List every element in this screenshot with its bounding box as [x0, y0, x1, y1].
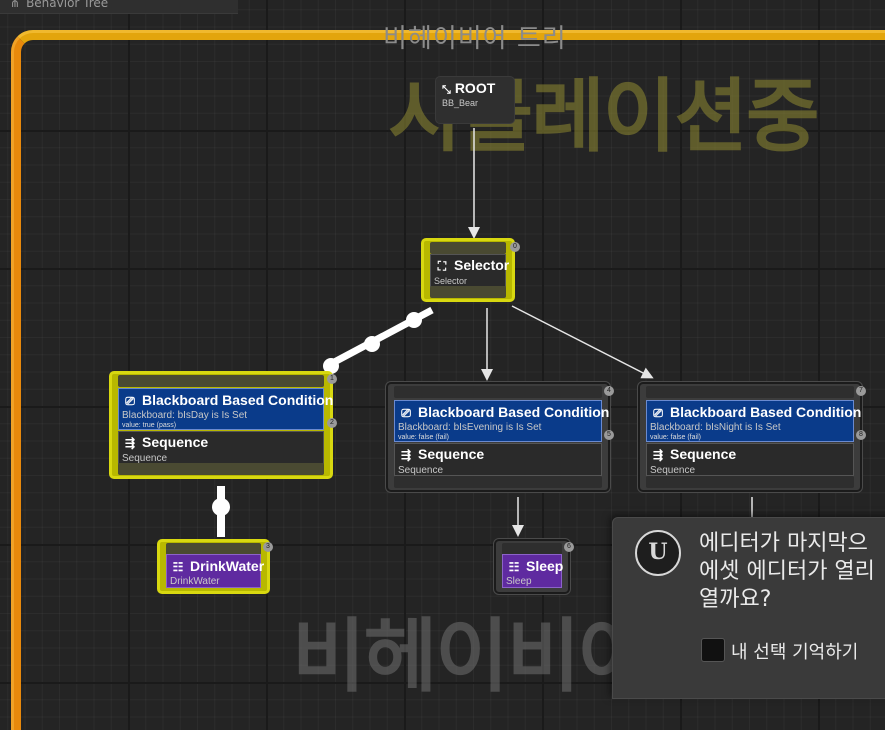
- wire-pulse-4: [212, 498, 230, 516]
- evening-decorator-index-badge: 5: [604, 430, 614, 440]
- root-title: ROOT: [454, 80, 496, 96]
- drinkwater-task-node[interactable]: ☷ DrinkWater DrinkWater 3: [157, 539, 273, 594]
- day-decorator-title: Blackboard Based Condition: [142, 392, 334, 408]
- sleep-task-node[interactable]: ☷ Sleep Sleep 6: [494, 539, 574, 594]
- night-sequence-node[interactable]: ⎚ Blackboard Based Condition Blackboard: …: [638, 382, 866, 492]
- day-decorator-desc: Blackboard: bIsDay is Is Set: [122, 410, 248, 421]
- selector-index-badge: 0: [510, 242, 520, 252]
- selector-title: Selector: [454, 257, 510, 273]
- notification-line-2: 에셋 에디터가 열리: [699, 559, 875, 584]
- night-decorator-title: Blackboard Based Condition: [670, 404, 862, 420]
- wire-pulse-1: [406, 312, 422, 328]
- sleep-index-badge: 6: [564, 542, 574, 552]
- drinkwater-title: DrinkWater: [190, 558, 265, 574]
- day-decorator[interactable]: ⎚ Blackboard Based Condition Blackboard: …: [118, 388, 333, 430]
- notification-line-3: 열까요?: [699, 587, 772, 612]
- drinkwater-index-badge: 3: [263, 542, 273, 552]
- night-index-badge: 7: [856, 386, 866, 396]
- night-sequence-title: Sequence: [670, 446, 737, 462]
- sleep-title: Sleep: [526, 558, 564, 574]
- night-decorator-index-badge: 8: [856, 430, 866, 440]
- root-subtitle: BB_Bear: [442, 98, 479, 108]
- sequence-icon: ⇶: [652, 448, 664, 462]
- remember-choice-checkbox[interactable]: [701, 638, 725, 662]
- evening-sequence-title: Sequence: [418, 446, 485, 462]
- sleep-subtitle: Sleep: [506, 576, 532, 587]
- evening-decorator-value: value: false (fail): [398, 434, 449, 441]
- evening-sequence-subtitle: Sequence: [398, 465, 444, 476]
- sequence-icon: ⇶: [124, 436, 136, 450]
- day-decorator-value: value: true (pass): [122, 422, 177, 429]
- night-decorator-desc: Blackboard: bIsNight is Is Set: [650, 422, 781, 433]
- wire-pulse-2: [364, 336, 380, 352]
- task-icon: ☷: [508, 560, 520, 574]
- notification-line-1: 에디터가 마지막으: [699, 531, 868, 556]
- sequence-icon: ⇶: [400, 448, 412, 462]
- drinkwater-subtitle: DrinkWater: [170, 576, 220, 587]
- evening-decorator-desc: Blackboard: bIsEvening is Is Set: [398, 422, 542, 433]
- decorator-icon: ⎚: [401, 406, 411, 420]
- decorator-icon: ⎚: [125, 394, 135, 408]
- evening-sequence-node[interactable]: ⎚ Blackboard Based Condition Blackboard: …: [386, 382, 614, 492]
- remember-choice-label[interactable]: 내 선택 기억하기: [731, 638, 858, 664]
- day-sequence-title: Sequence: [142, 434, 209, 450]
- day-sequence-node[interactable]: ⎚ Blackboard Based Condition Blackboard: …: [109, 371, 337, 479]
- task-icon: ☷: [172, 560, 184, 574]
- root-icon: ⤡: [442, 84, 451, 96]
- reopen-assets-notification[interactable]: U 에디터가 마지막으 에셋 에디터가 열리 열까요? 내 선택 기억하기: [612, 517, 885, 699]
- unreal-logo-icon: U: [635, 530, 681, 576]
- evening-decorator-title: Blackboard Based Condition: [418, 404, 610, 420]
- night-sequence-subtitle: Sequence: [650, 465, 696, 476]
- root-node[interactable]: ⤡ ROOT BB_Bear: [435, 76, 515, 124]
- wire-selector-night: [511, 305, 654, 379]
- evening-decorator[interactable]: ⎚ Blackboard Based Condition Blackboard: …: [394, 400, 609, 442]
- evening-index-badge: 4: [604, 386, 614, 396]
- day-index-badge: 1: [327, 374, 337, 384]
- night-decorator[interactable]: ⎚ Blackboard Based Condition Blackboard: …: [646, 400, 861, 442]
- decorator-icon: ⎚: [653, 406, 663, 420]
- day-decorator-index-badge: 2: [327, 418, 337, 428]
- night-decorator-value: value: false (fail): [650, 434, 701, 441]
- selector-node[interactable]: ⛶ Selector Selector 0: [421, 238, 520, 302]
- selector-icon: ⛶: [437, 259, 447, 273]
- selector-subtitle: Selector: [434, 276, 468, 286]
